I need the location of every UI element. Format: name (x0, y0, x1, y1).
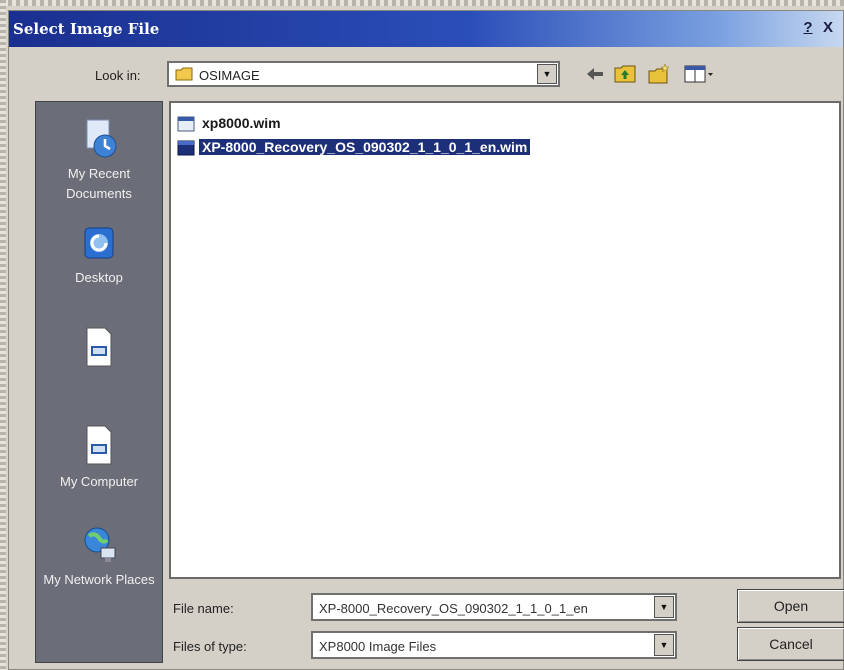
desktop-icon (84, 227, 114, 259)
place-my-network-places[interactable]: My Network Places (36, 522, 162, 590)
close-button[interactable]: X (819, 19, 837, 37)
files-of-type-value: XP8000 Image Files (319, 639, 437, 654)
back-arrow-icon[interactable] (583, 63, 607, 85)
place-label: Desktop (75, 270, 123, 285)
look-in-value: OSIMAGE (199, 68, 260, 83)
help-button[interactable]: ? (799, 19, 817, 37)
page-left-edge (0, 0, 6, 670)
my-computer-icon (86, 425, 112, 465)
file-name: XP-8000_Recovery_OS_090302_1_1_0_1_en.wi… (197, 138, 532, 156)
file-icon (177, 116, 195, 132)
place-label: My Network Places (43, 572, 155, 587)
folder-icon (175, 67, 193, 81)
chevron-down-icon[interactable]: ▼ (537, 64, 557, 84)
recent-documents-icon (86, 119, 117, 158)
place-desktop[interactable]: Desktop (36, 224, 162, 288)
chevron-down-icon[interactable]: ▼ (654, 596, 674, 618)
file-name-label: File name: (173, 601, 234, 616)
chevron-down-icon[interactable]: ▼ (654, 634, 674, 656)
file-name-value: XP-8000_Recovery_OS_090302_1_1_0_1_en (319, 601, 588, 616)
places-bar: My Recent Documents Desktop My Computer … (35, 101, 163, 663)
place-label: My Computer (59, 474, 139, 489)
title-bar: Select Image File ? X (9, 11, 843, 47)
file-name-input[interactable]: XP-8000_Recovery_OS_090302_1_1_0_1_en ▼ (311, 593, 677, 621)
files-of-type-label: Files of type: (173, 639, 247, 654)
file-icon (177, 140, 195, 156)
place-my-recent-documents[interactable]: My Recent Documents (36, 116, 162, 204)
place-my-computer[interactable]: My Computer (36, 422, 162, 492)
views-menu-icon[interactable] (683, 63, 715, 85)
new-folder-icon[interactable] (647, 63, 671, 85)
place-documents[interactable] (36, 324, 162, 374)
page-top-edge (0, 0, 844, 6)
file-name: xp8000.wim (202, 115, 281, 131)
look-in-label: Look in: (95, 68, 141, 83)
cancel-button[interactable]: Cancel (737, 627, 844, 661)
up-one-level-icon[interactable] (613, 63, 637, 85)
network-places-icon (84, 527, 116, 562)
look-in-dropdown[interactable]: OSIMAGE ▼ (167, 61, 560, 87)
document-icon (86, 327, 112, 367)
place-label: My Recent Documents (66, 166, 132, 201)
window-title: Select Image File (13, 20, 160, 38)
open-button[interactable]: Open (737, 589, 844, 623)
select-image-file-dialog: Select Image File ? X Look in: OSIMAGE ▼ (8, 10, 844, 670)
files-of-type-dropdown[interactable]: XP8000 Image Files ▼ (311, 631, 677, 659)
file-list[interactable]: xp8000.wim XP-8000_Recovery_OS_090302_1_… (169, 101, 841, 579)
